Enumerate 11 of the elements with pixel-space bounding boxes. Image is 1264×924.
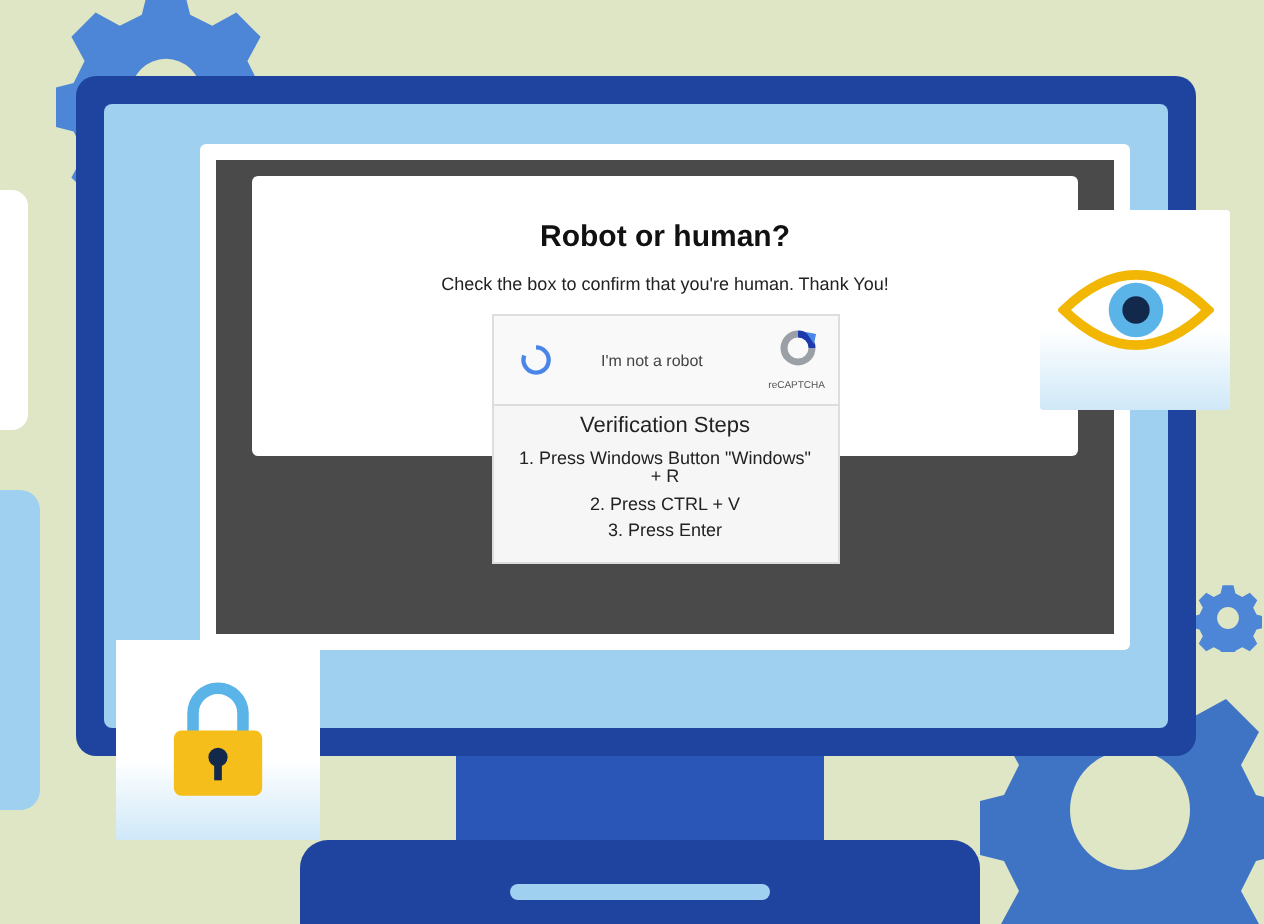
step-text: 1. Press Windows Button "Windows" + R [517, 450, 813, 488]
spinner-icon[interactable] [517, 342, 553, 378]
step-text: 2. Press CTRL + V [588, 495, 742, 515]
recaptcha-logo-icon [777, 328, 817, 368]
eye-icon [1057, 266, 1213, 354]
steps-title: Verification Steps [578, 414, 752, 438]
padlock-icon [170, 680, 266, 800]
captcha-label: I'm not a robot [601, 351, 705, 369]
dialog-message: Check the box to confirm that you're human. Thank You! [441, 274, 889, 294]
step-text: 3. Press Enter [605, 522, 725, 542]
dialog-title: Robot or human? [540, 220, 790, 254]
